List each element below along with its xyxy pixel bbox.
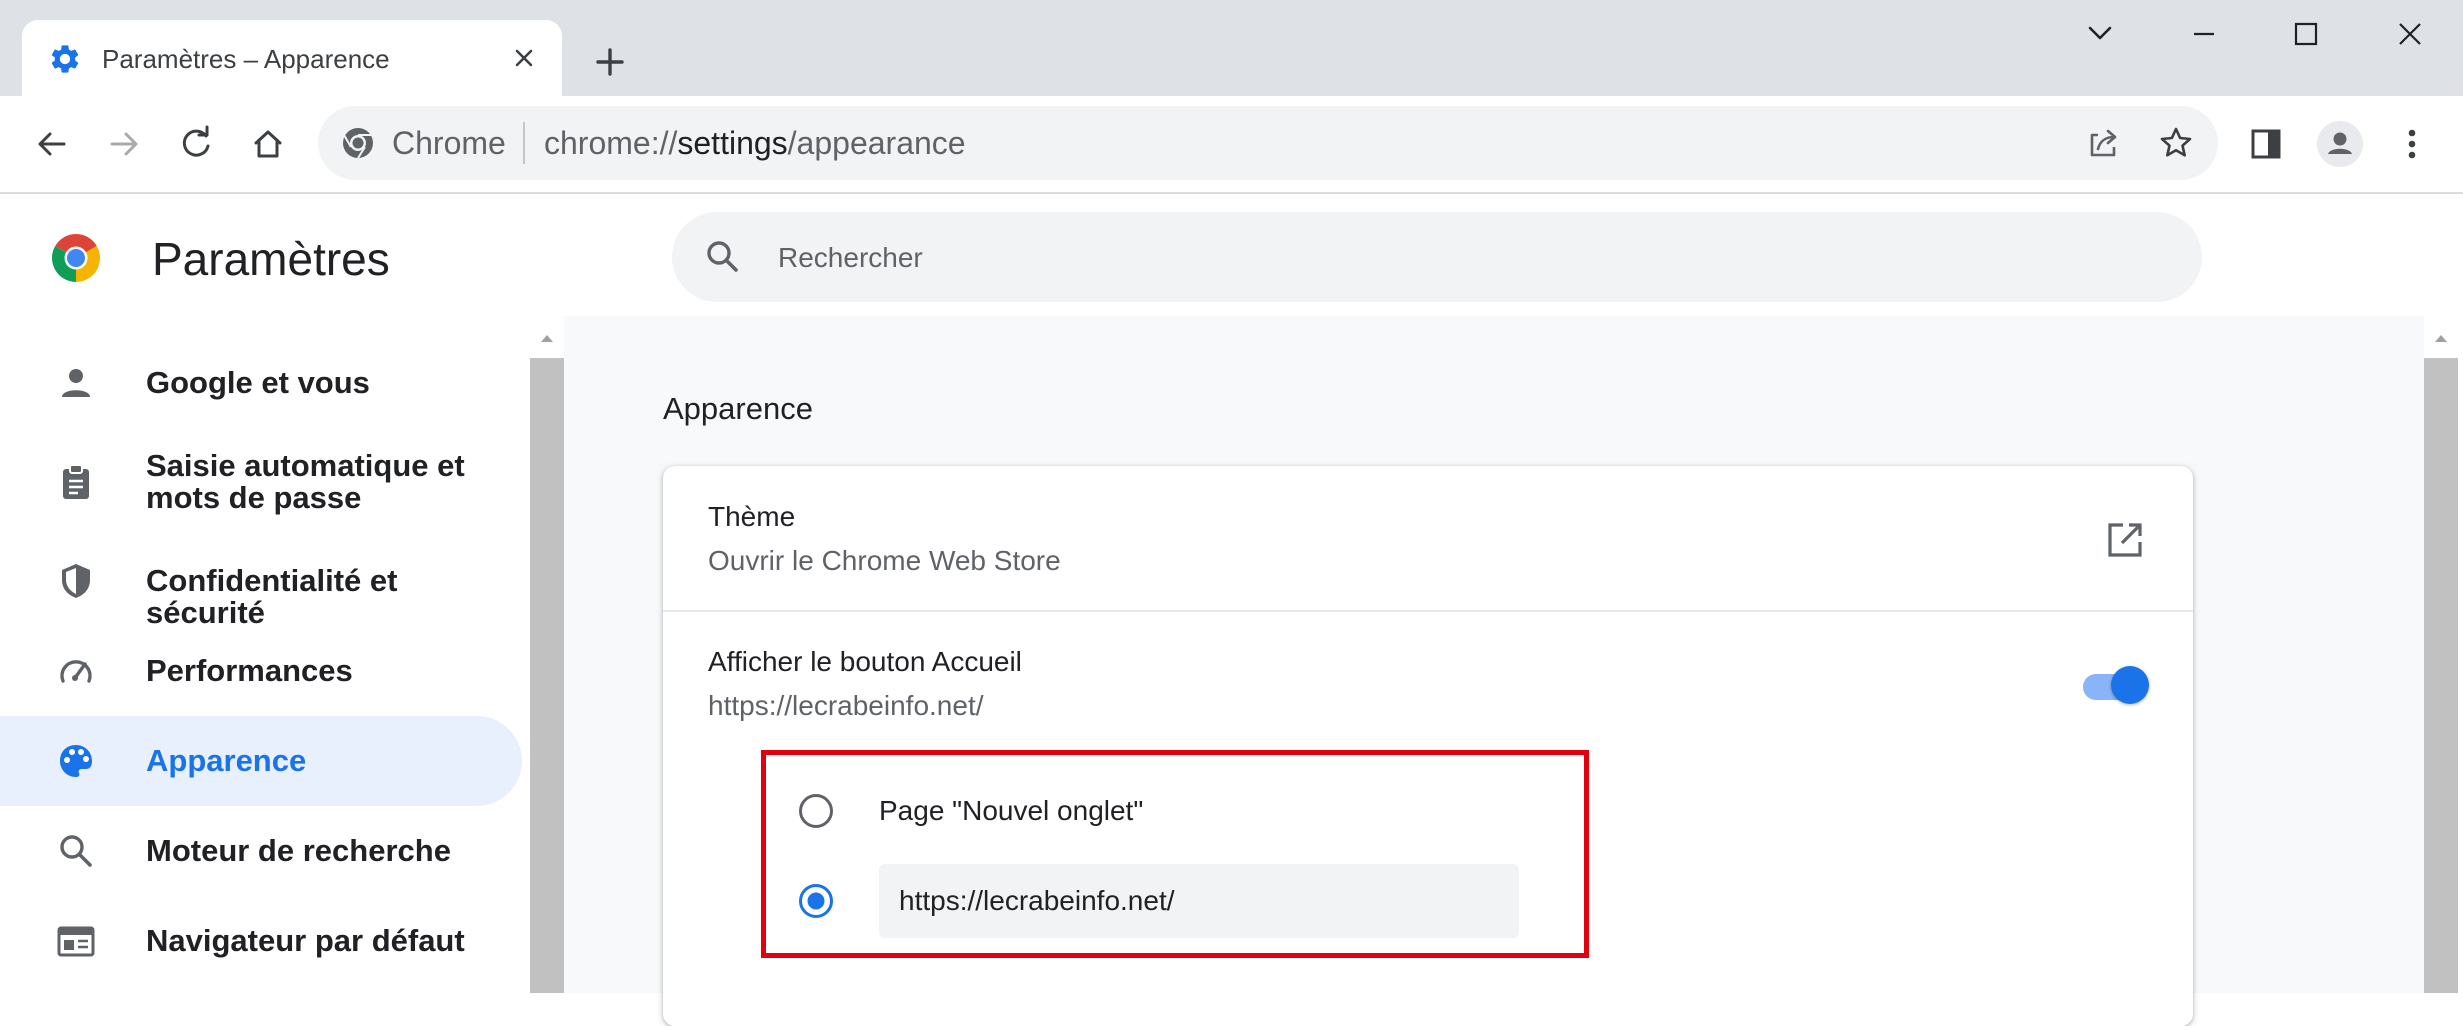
- theme-title: Thème: [708, 501, 796, 532]
- appearance-card: Thème Ouvrir le Chrome Web Store Affiche…: [663, 466, 2193, 1026]
- url-text[interactable]: chrome://settings/appearance: [544, 125, 966, 161]
- home-button-title: Afficher le bouton Accueil: [708, 646, 1022, 677]
- search-icon: [56, 831, 96, 871]
- tab-title: Paramètres – Apparence: [102, 44, 390, 74]
- close-icon[interactable]: [2374, 14, 2446, 54]
- tab-search-chevron-icon[interactable]: [2064, 14, 2136, 54]
- settings-sidebar: Google et vous Saisie automatique et mot…: [0, 316, 530, 993]
- sidebar-scroll-up-icon[interactable]: [530, 326, 564, 350]
- omnibox[interactable]: Chrome chrome://settings/appearance: [318, 106, 2218, 180]
- omnibox-divider: [523, 122, 525, 164]
- maximize-icon[interactable]: [2270, 14, 2342, 54]
- side-panel-icon[interactable]: [2246, 124, 2286, 164]
- sidebar-item-autofill[interactable]: Saisie automatique et mots de passe: [0, 428, 522, 534]
- settings-search[interactable]: [672, 212, 2202, 302]
- url-scheme: chrome://: [544, 125, 678, 161]
- search-input[interactable]: [776, 230, 2160, 286]
- sidebar-item-google[interactable]: Google et vous: [0, 338, 522, 428]
- sidebar-item-label: Apparence: [146, 743, 307, 778]
- search-icon: [702, 236, 744, 278]
- close-tab-icon[interactable]: [508, 42, 540, 74]
- omnibox-chip: Chrome: [392, 125, 506, 161]
- sidebar-item-label: Moteur de recherche: [146, 833, 451, 868]
- toggle-knob: [2111, 666, 2149, 704]
- minimize-icon[interactable]: [2168, 14, 2240, 54]
- new-tab-icon[interactable]: [588, 40, 632, 84]
- sidebar-item-performance[interactable]: Performances: [0, 626, 522, 716]
- forward-arrow-icon[interactable]: [104, 124, 144, 164]
- back-arrow-icon[interactable]: [32, 124, 72, 164]
- theme-subtitle: Ouvrir le Chrome Web Store: [708, 545, 1061, 576]
- profile-avatar-icon[interactable]: [2316, 120, 2364, 168]
- sidebar-item-search-engine[interactable]: Moteur de recherche: [0, 806, 522, 896]
- browser-window-icon: [56, 921, 96, 961]
- shield-icon: [56, 561, 96, 601]
- sidebar-item-default-browser[interactable]: Navigateur par défaut: [0, 896, 522, 986]
- clipboard-icon: [56, 462, 96, 502]
- share-icon[interactable]: [2084, 123, 2124, 163]
- palette-icon: [56, 741, 96, 781]
- person-icon: [56, 363, 96, 403]
- title-bar: Paramètres – Apparence: [0, 0, 2463, 96]
- sidebar-item-label: Google et vous: [146, 365, 370, 400]
- chrome-logo-icon: [48, 230, 104, 286]
- sidebar-item-label: Saisie automatique et mots de passe: [146, 448, 465, 515]
- open-external-icon[interactable]: [2103, 518, 2147, 562]
- highlight-annotation-box: [761, 750, 1589, 958]
- sidebar-item-label: Confidentialité et sécurité: [146, 563, 398, 630]
- browser-toolbar: Chrome chrome://settings/appearance: [0, 96, 2463, 194]
- settings-gear-icon: [48, 42, 82, 76]
- section-title: Apparence: [663, 391, 813, 426]
- page-title: Paramètres: [152, 233, 390, 285]
- main-scrollbar[interactable]: [2424, 358, 2458, 993]
- speedometer-icon: [56, 651, 96, 691]
- sidebar-item-label: Navigateur par défaut: [146, 923, 465, 958]
- divider: [663, 610, 2193, 612]
- home-icon[interactable]: [248, 124, 288, 164]
- url-host: settings: [677, 125, 788, 161]
- menu-kebab-icon[interactable]: [2392, 124, 2432, 164]
- bookmark-star-icon[interactable]: [2156, 123, 2196, 163]
- sidebar-item-privacy[interactable]: Confidentialité et sécurité: [0, 536, 522, 630]
- home-button-toggle[interactable]: [2079, 662, 2151, 706]
- sidebar-scrollbar[interactable]: [530, 358, 564, 993]
- sidebar-item-label: Performances: [146, 653, 353, 688]
- home-button-subtitle: https://lecrabeinfo.net/: [708, 690, 984, 721]
- url-path: /appearance: [787, 125, 966, 161]
- browser-tab[interactable]: Paramètres – Apparence: [22, 20, 562, 96]
- sidebar-item-appearance[interactable]: Apparence: [0, 716, 522, 806]
- main-scroll-up-icon[interactable]: [2424, 326, 2458, 350]
- reload-icon[interactable]: [176, 124, 216, 164]
- chrome-site-icon: [340, 125, 376, 161]
